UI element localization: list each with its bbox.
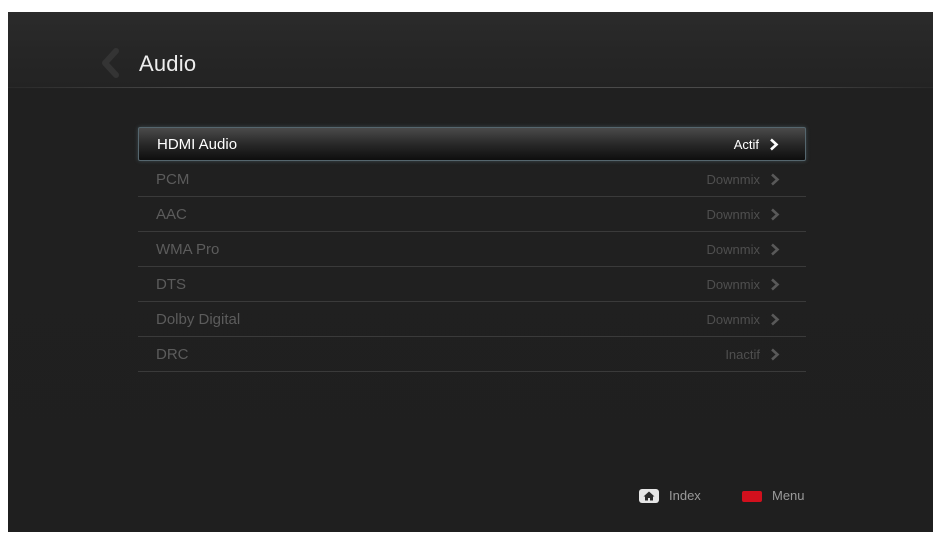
settings-screen: Audio HDMI Audio Actif PCM Downmix AAC D… — [8, 12, 933, 532]
chevron-right-icon — [770, 278, 780, 291]
setting-label: DTS — [156, 276, 186, 293]
setting-value: Downmix — [706, 277, 760, 292]
chevron-left-icon[interactable] — [100, 48, 122, 78]
setting-value: Actif — [733, 137, 759, 152]
setting-row-aac[interactable]: AAC Downmix — [138, 197, 806, 232]
setting-value: Downmix — [706, 242, 760, 257]
setting-row-drc[interactable]: DRC Inactif — [138, 337, 806, 372]
index-label: Index — [669, 488, 701, 503]
setting-label: WMA Pro — [156, 241, 220, 258]
chevron-right-icon — [770, 243, 780, 256]
red-button-icon — [742, 491, 762, 502]
chevron-right-icon — [770, 173, 780, 186]
menu-label: Menu — [772, 488, 805, 503]
settings-list: HDMI Audio Actif PCM Downmix AAC Downmix… — [138, 127, 806, 372]
setting-label: HDMI Audio — [157, 136, 238, 153]
setting-row-hdmi-audio[interactable]: HDMI Audio Actif — [138, 127, 806, 161]
setting-value: Downmix — [706, 207, 760, 222]
setting-value: Inactif — [725, 347, 760, 362]
header: Audio — [8, 12, 933, 88]
setting-row-pcm[interactable]: PCM Downmix — [138, 162, 806, 197]
home-icon — [639, 489, 659, 503]
page-title: Audio — [139, 51, 197, 76]
chevron-right-icon — [770, 348, 780, 361]
chevron-right-icon — [769, 138, 779, 151]
setting-label: AAC — [156, 206, 187, 223]
setting-label: DRC — [156, 346, 189, 363]
chevron-right-icon — [770, 208, 780, 221]
setting-label: PCM — [156, 171, 190, 188]
chevron-right-icon — [770, 313, 780, 326]
setting-row-dts[interactable]: DTS Downmix — [138, 267, 806, 302]
setting-value: Downmix — [706, 172, 760, 187]
setting-value: Downmix — [706, 312, 760, 327]
header-divider — [8, 87, 933, 88]
setting-row-wma-pro[interactable]: WMA Pro Downmix — [138, 232, 806, 267]
setting-row-dolby-digital[interactable]: Dolby Digital Downmix — [138, 302, 806, 337]
footer-hints: Index Menu — [8, 486, 933, 510]
setting-label: Dolby Digital — [156, 311, 241, 328]
